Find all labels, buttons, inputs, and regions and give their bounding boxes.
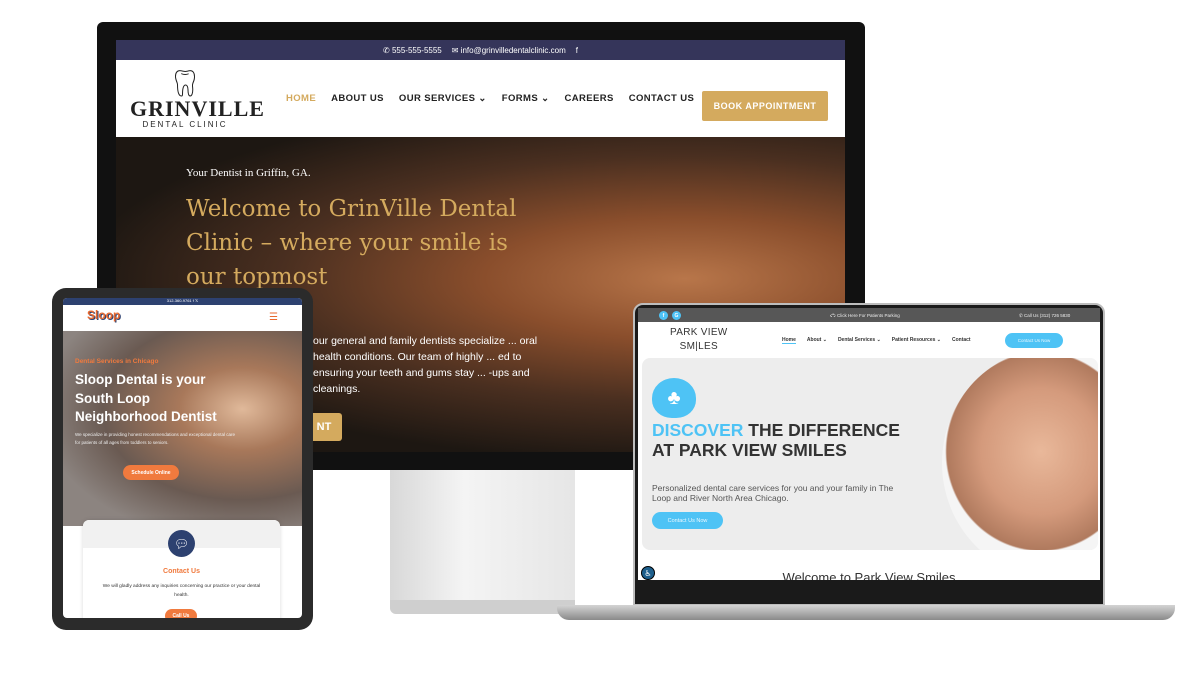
parking-text: Click Here For Patients Parking [836, 313, 900, 318]
nav-home[interactable]: HOME [286, 93, 316, 104]
nav-contact[interactable]: Contact [952, 337, 971, 344]
hero-title: Welcome to GrinVille Dental Clinic – whe… [186, 196, 517, 290]
monitor-stand-base [390, 600, 575, 614]
desktop-header: 🦷︎ GRINVILLE DENTAL CLINIC HOME ABOUT US… [116, 60, 845, 137]
email-text: info@grinvilledentalclinic.com [460, 45, 566, 55]
phone-link[interactable]: ✆ 555-555-5555 [383, 46, 442, 55]
call-us-button[interactable]: Call Us [165, 609, 197, 618]
tablet-screen: 312-360-9761 f 𝕏 Sloop ☰ Dental Services… [63, 298, 302, 618]
grinville-logo[interactable]: 🦷︎ GRINVILLE DENTAL CLINIC [130, 68, 265, 134]
nav-dental-services[interactable]: Dental Services ⌄ [838, 337, 881, 344]
email-link[interactable]: ✉ info@grinvilledentalclinic.com [452, 46, 566, 55]
hero-paragraph: We specialize in providing honest recomm… [75, 432, 236, 445]
contact-card: 💬︎ Contact Us We will gladly address any… [83, 520, 280, 618]
tree-tooth-icon: ♣ [652, 378, 696, 418]
facebook-icon[interactable]: f [659, 311, 668, 320]
laptop-nav: Home About ⌄ Dental Services ⌄ Patient R… [782, 337, 971, 344]
facebook-icon[interactable]: f [576, 46, 578, 55]
hero-paragraph: our general and family dentists speciali… [313, 335, 538, 395]
hero-kicker: Dental Services in Chicago [75, 358, 159, 365]
call-text: Call Us (312) 726 5830 [1024, 313, 1071, 318]
nav-about-us[interactable]: ABOUT US [331, 93, 384, 104]
hero-title: Sloop Dental is your South Loop Neighbor… [75, 372, 217, 424]
park-view-smiles-logo[interactable]: PARK VIEW SM|LES [670, 326, 728, 354]
nav-our-services[interactable]: OUR SERVICES ⌄ [399, 93, 487, 104]
tablet-header: Sloop ☰ [63, 305, 302, 331]
logo-tagline: DENTAL CLINIC [142, 120, 228, 129]
desktop-topbar: ✆ 555-555-5555 ✉ info@grinvilledentalcli… [116, 40, 845, 60]
hamburger-menu-icon[interactable]: ☰ [269, 312, 278, 323]
logo-line1: PARK VIEW [670, 327, 728, 338]
welcome-heading: Welcome to Park View Smiles [782, 570, 956, 580]
hero-subtitle: Your Dentist in Griffin, GA. [186, 167, 311, 179]
laptop-screen: f G 🚗︎ Click Here For Patients Parking ✆… [638, 308, 1100, 580]
laptop-topbar: f G 🚗︎ Click Here For Patients Parking ✆… [638, 308, 1100, 322]
nav-home[interactable]: Home [782, 337, 796, 344]
nav-about[interactable]: About ⌄ [807, 337, 827, 344]
hero-title: DISCOVER THE DIFFERENCE AT PARK VIEW SMI… [652, 420, 922, 460]
hero-contact-button[interactable]: Contact Us Now [652, 512, 723, 529]
tablet-hero: Dental Services in Chicago Sloop Dental … [63, 331, 302, 526]
schedule-online-button[interactable]: Schedule Online [123, 465, 179, 480]
phone-text: 555-555-5555 [391, 45, 442, 55]
nav-patient-resources[interactable]: Patient Resources ⌄ [892, 337, 941, 344]
laptop-hero: ♣ DISCOVER THE DIFFERENCE AT PARK VIEW S… [642, 358, 1098, 550]
nav-forms[interactable]: FORMS ⌄ [502, 93, 550, 104]
hero-paragraph: Personalized dental care services for yo… [652, 483, 894, 503]
sloop-logo[interactable]: Sloop [87, 308, 120, 322]
nav-contact-us[interactable]: CONTACT US [629, 93, 695, 104]
laptop-base [557, 605, 1175, 620]
hero-photo [942, 358, 1098, 550]
desktop-nav: HOME ABOUT US OUR SERVICES ⌄ FORMS ⌄ CAR… [286, 60, 694, 137]
header-contact-button[interactable]: Contact Us Now [1005, 333, 1063, 348]
tooth-icon: 🦷︎ [168, 68, 202, 98]
tablet-phone[interactable]: 312-360-9761 [167, 298, 192, 303]
logo-line2: SM|LES [679, 341, 718, 352]
chat-bubbles-icon: 💬︎ [168, 530, 195, 557]
logo-name: GRINVILLE [130, 96, 265, 121]
monitor-stand [390, 470, 575, 612]
tablet-topbar: 312-360-9761 f 𝕏 [63, 298, 302, 305]
parking-link[interactable]: 🚗︎ Click Here For Patients Parking [830, 313, 900, 319]
call-link[interactable]: ✆ Call Us (312) 726 5830 [1019, 313, 1070, 319]
nav-careers[interactable]: CAREERS [564, 93, 613, 104]
accessibility-icon[interactable]: ♿︎ [641, 566, 655, 580]
google-icon[interactable]: G [672, 311, 681, 320]
book-appointment-button[interactable]: BOOK APPOINTMENT [702, 91, 828, 121]
laptop-header: PARK VIEW SM|LES Home About ⌄ Dental Ser… [638, 322, 1100, 358]
contact-card-title: Contact Us [163, 568, 200, 575]
title-highlight: DISCOVER [652, 420, 744, 440]
contact-card-text: We will gladly address any inquiries con… [102, 584, 261, 598]
social-links: f G [659, 311, 681, 320]
